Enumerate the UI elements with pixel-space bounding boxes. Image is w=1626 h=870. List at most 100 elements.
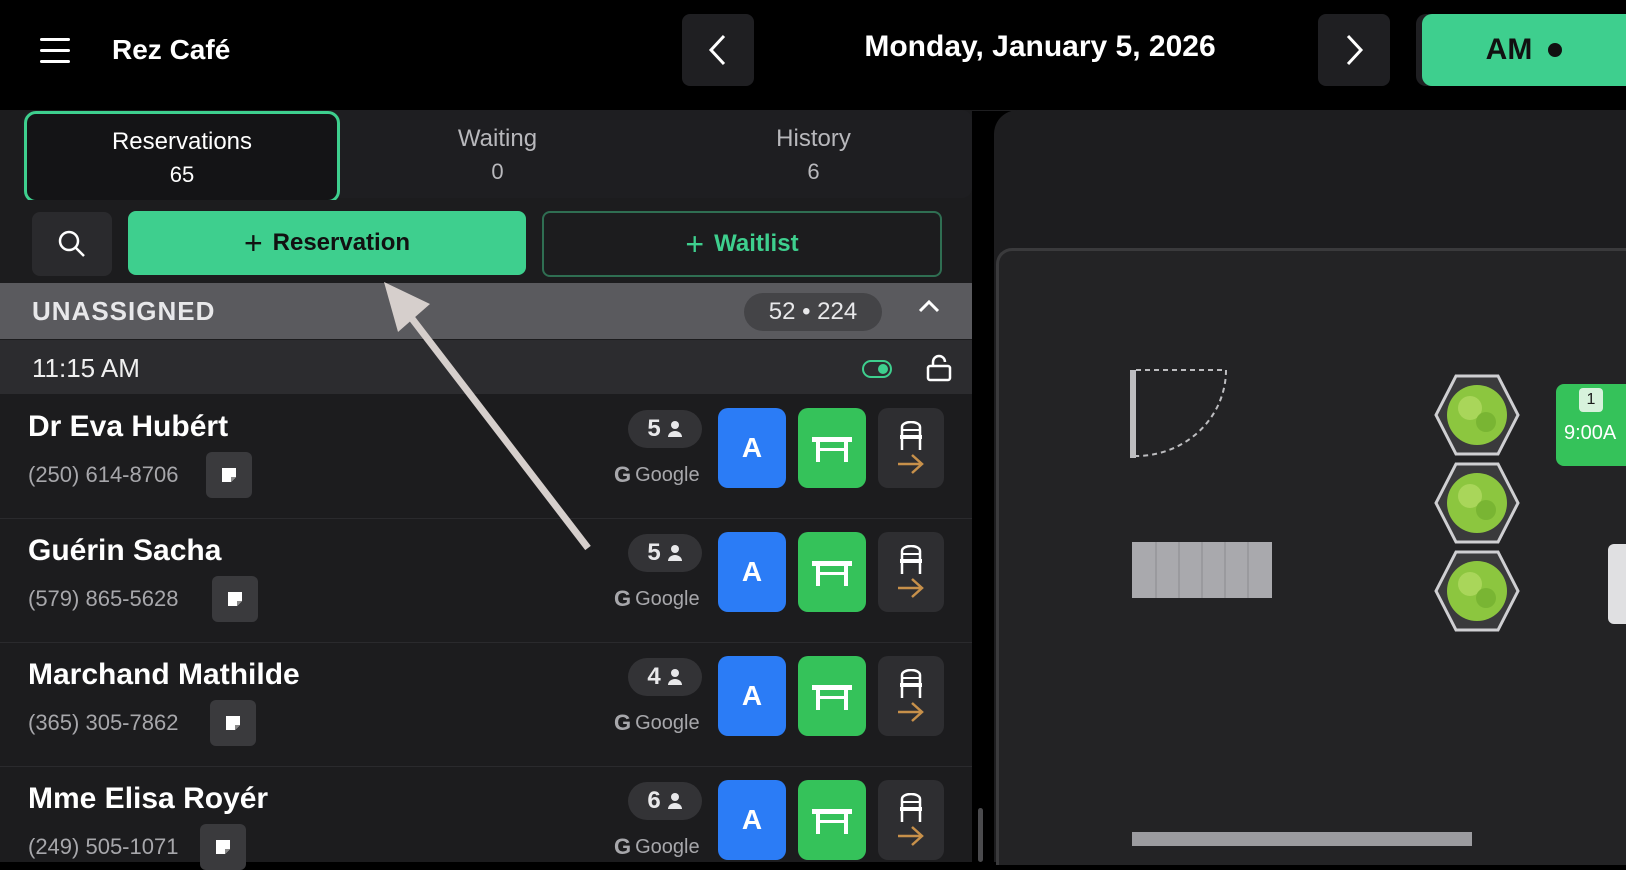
tab-label: History (776, 125, 851, 152)
seat-guest-button[interactable] (878, 656, 944, 736)
door-icon (1130, 369, 1227, 458)
table-icon (812, 561, 852, 586)
assign-table-button[interactable] (798, 656, 866, 736)
person-icon (667, 545, 682, 561)
reservation-row[interactable]: Marchand Mathilde (365) 305-7862 4 G Goo… (0, 644, 972, 767)
plus-icon: + (685, 226, 705, 262)
table-number: 1 (1579, 388, 1603, 412)
reservation-source: G Google (614, 710, 700, 736)
previous-day-button[interactable] (682, 14, 754, 86)
table-reservation-time: 9:00A (1564, 422, 1617, 444)
note-icon (228, 592, 242, 606)
party-size-badge: 5 (628, 410, 702, 448)
plus-icon: + (243, 225, 263, 261)
source-label: Google (635, 463, 700, 486)
reservation-source: G Google (614, 586, 700, 612)
party-size-badge: 6 (628, 782, 702, 820)
guest-phone: (579) 865-5628 (28, 586, 179, 611)
chevron-left-icon (708, 34, 726, 66)
tab-history[interactable]: History 6 (656, 111, 971, 197)
guest-phone: (250) 614-8706 (28, 462, 179, 487)
auto-assign-button[interactable]: A (718, 656, 786, 736)
shift-label: AM (1485, 33, 1533, 66)
table-icon (812, 437, 852, 462)
person-icon (667, 669, 682, 685)
unlock-icon[interactable] (926, 354, 952, 382)
person-icon (667, 793, 682, 809)
plant-icon (1434, 462, 1520, 544)
chair-icon (900, 545, 922, 574)
arrow-right-icon (898, 454, 924, 474)
chair-icon (900, 793, 922, 822)
google-icon: G (614, 586, 632, 611)
google-icon: G (614, 834, 632, 859)
add-waitlist-button[interactable]: + Waitlist (542, 211, 942, 277)
tab-count: 0 (491, 159, 504, 184)
tab-count: 65 (169, 162, 195, 187)
tab-waiting[interactable]: Waiting 0 (340, 111, 655, 197)
add-reservation-button[interactable]: + Reservation (128, 211, 526, 275)
party-size-badge: 5 (628, 534, 702, 572)
auto-assign-button[interactable]: A (718, 780, 786, 860)
assign-table-button[interactable] (798, 532, 866, 612)
chair-icon (900, 421, 922, 450)
auto-assign-button[interactable]: A (718, 408, 786, 488)
guest-name: Guérin Sacha (28, 534, 222, 567)
note-icon (222, 468, 236, 482)
chair-icon (900, 669, 922, 698)
chevron-up-icon[interactable] (918, 299, 940, 313)
table-icon (812, 809, 852, 834)
toggle-icon[interactable] (862, 360, 892, 378)
note-button[interactable] (212, 576, 258, 622)
tab-label: Reservations (111, 128, 253, 155)
shift-status-dot (1548, 43, 1563, 57)
reservation-source: G Google (614, 834, 700, 860)
add-reservation-label: Reservation (272, 229, 411, 256)
source-label: Google (635, 711, 700, 734)
guest-name: Dr Eva Hubért (28, 410, 229, 443)
auto-assign-button[interactable]: A (718, 532, 786, 612)
menu-icon[interactable] (40, 38, 70, 64)
floor-plan-room (996, 248, 1626, 865)
seat-guest-button[interactable] (878, 532, 944, 612)
arrow-right-icon (898, 702, 924, 722)
tab-label: Waiting (457, 125, 538, 152)
table-1[interactable]: 1 9:00A (1556, 384, 1626, 466)
seat-guest-button[interactable] (878, 408, 944, 488)
party-size: 5 (647, 415, 661, 442)
table-edge[interactable] (1608, 544, 1626, 624)
google-icon: G (614, 462, 632, 487)
list-scrollbar[interactable] (978, 808, 983, 862)
person-icon (667, 421, 682, 437)
note-icon (226, 716, 240, 730)
counter-segments (1155, 542, 1249, 598)
assign-table-button[interactable] (798, 408, 866, 488)
search-button[interactable] (32, 212, 112, 276)
annotation-arrow-icon (384, 282, 591, 551)
next-day-button[interactable] (1318, 14, 1390, 86)
plant-icon (1434, 550, 1520, 632)
section-title: UNASSIGNED (32, 296, 216, 326)
seat-guest-button[interactable] (878, 780, 944, 860)
guest-phone: (249) 505-1071 (28, 834, 179, 859)
table-icon (812, 685, 852, 710)
chevron-right-icon (1346, 34, 1364, 66)
source-label: Google (635, 587, 700, 610)
tab-reservations[interactable]: Reservations 65 (24, 111, 340, 203)
reservation-row[interactable]: Mme Elisa Royér (249) 505-1071 6 G Googl… (0, 768, 972, 870)
shift-toggle-button[interactable]: AM (1422, 14, 1626, 86)
note-button[interactable] (200, 824, 246, 870)
guest-name: Mme Elisa Royér (28, 782, 269, 815)
party-size-badge: 4 (628, 658, 702, 696)
reservation-source: G Google (614, 462, 700, 488)
note-button[interactable] (210, 700, 256, 746)
assign-table-button[interactable] (798, 780, 866, 860)
arrow-right-icon (898, 578, 924, 598)
party-size: 6 (647, 787, 661, 814)
note-button[interactable] (206, 452, 252, 498)
counter-block (1132, 542, 1272, 598)
guest-name: Marchand Mathilde (28, 658, 300, 691)
tab-count: 6 (807, 159, 820, 184)
current-date[interactable]: Monday, January 5, 2026 (760, 30, 1320, 64)
timeslot-time: 11:15 AM (32, 353, 140, 383)
